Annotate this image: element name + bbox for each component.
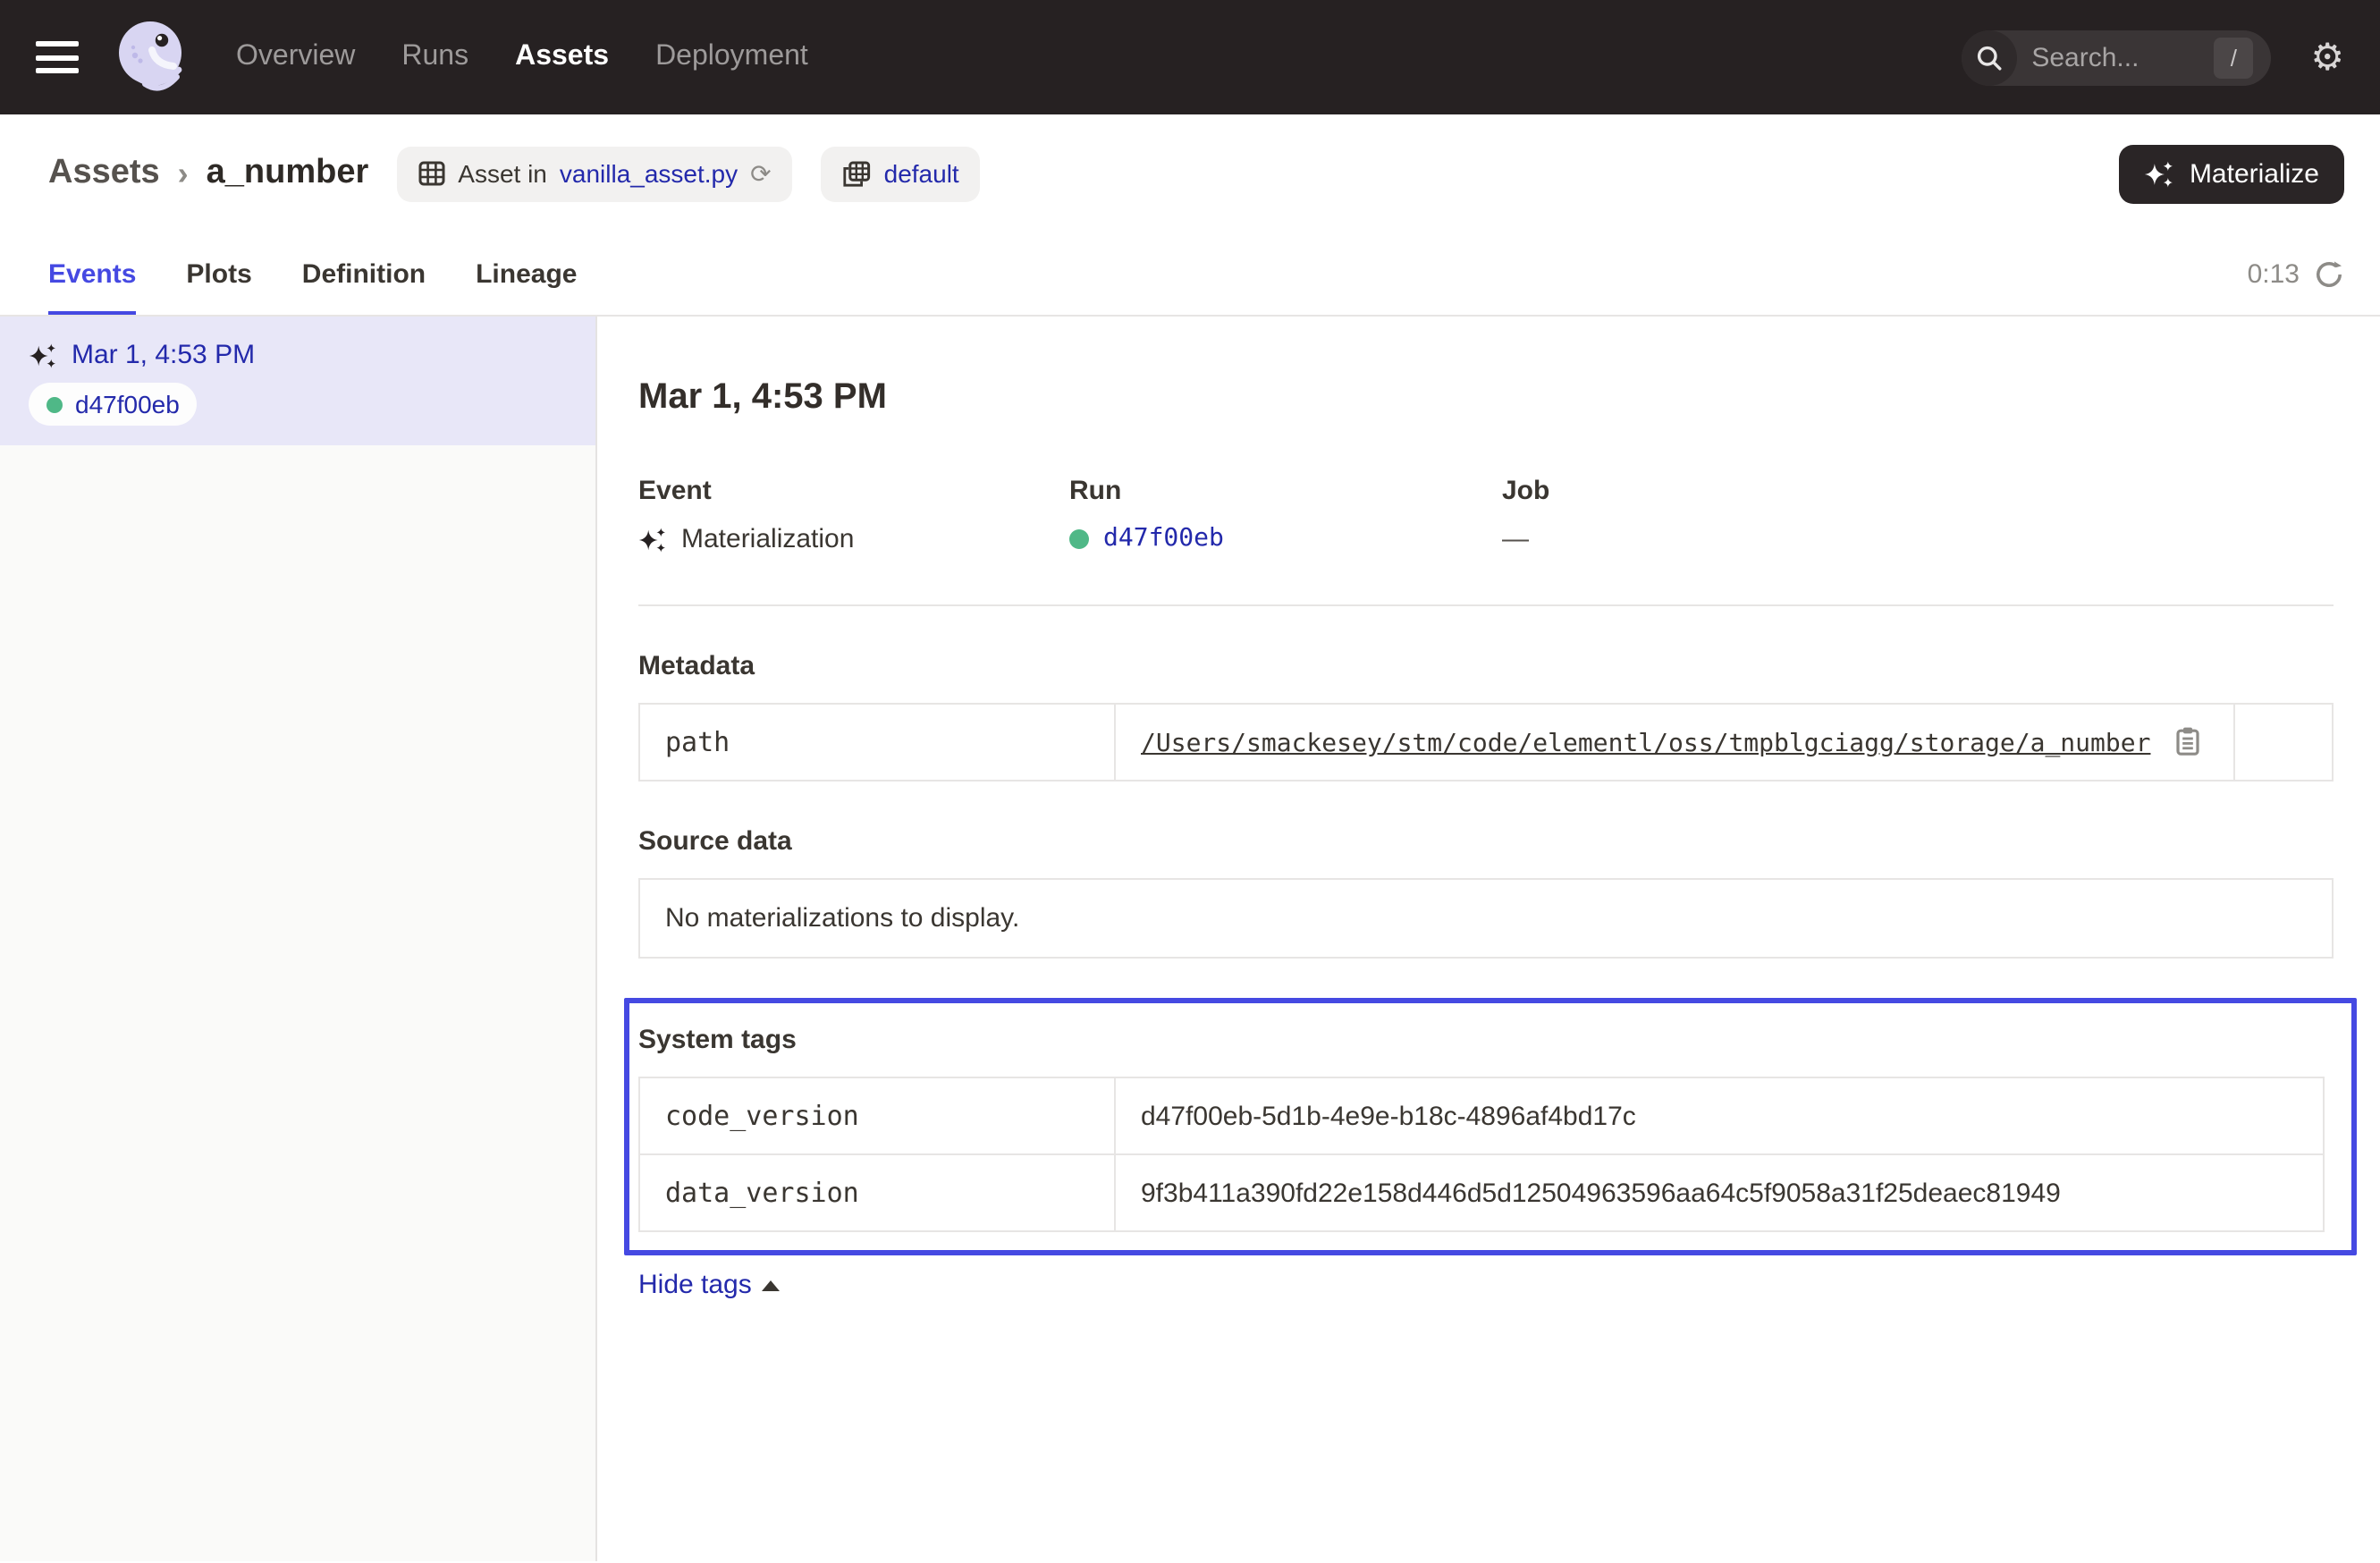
system-tags-table: code_version d47f00eb-5d1b-4e9e-b18c-489… bbox=[638, 1077, 2325, 1232]
hide-tags-label: Hide tags bbox=[638, 1270, 752, 1300]
event-summary-columns: Event Materialization Run d47f00eb Job — bbox=[638, 476, 2334, 554]
reload-definition-icon[interactable]: ⟳ bbox=[750, 158, 771, 189]
metadata-value-cell: /Users/smackesey/stm/code/elementl/oss/t… bbox=[1115, 704, 2234, 781]
materialization-sparkles-icon bbox=[29, 341, 57, 369]
caret-up-icon bbox=[763, 1280, 781, 1290]
path-value-link[interactable]: /Users/smackesey/stm/code/elementl/oss/t… bbox=[1141, 730, 2150, 758]
breadcrumb-assets-link[interactable]: Assets bbox=[48, 154, 160, 193]
system-tag-value-cell: 9f3b411a390fd22e158d446d5d12504963596aa6… bbox=[1115, 1154, 2324, 1231]
system-tag-value-cell: d47f00eb-5d1b-4e9e-b18c-4896af4bd17c bbox=[1115, 1077, 2324, 1154]
system-tag-key-cell: code_version bbox=[639, 1077, 1115, 1154]
event-list-sidebar: Mar 1, 4:53 PM d47f00eb bbox=[0, 317, 597, 1561]
tab-plots[interactable]: Plots bbox=[186, 232, 251, 315]
table-row: data_version 9f3b411a390fd22e158d446d5d1… bbox=[639, 1154, 2324, 1231]
dagster-logo-icon[interactable] bbox=[111, 16, 193, 98]
job-empty-value: — bbox=[1502, 524, 1529, 554]
event-column: Event Materialization bbox=[638, 476, 1069, 554]
search-input[interactable] bbox=[2028, 40, 2214, 74]
asset-file-link[interactable]: vanilla_asset.py bbox=[560, 159, 738, 188]
run-id-link[interactable]: d47f00eb bbox=[1103, 524, 1224, 553]
copy-clipboard-icon[interactable] bbox=[2174, 726, 2201, 756]
metadata-heading: Metadata bbox=[638, 651, 2334, 681]
repo-badge: default bbox=[822, 146, 981, 201]
system-tag-key-cell: data_version bbox=[639, 1154, 1115, 1231]
event-detail-title: Mar 1, 4:53 PM bbox=[638, 377, 2334, 418]
event-type-value: Materialization bbox=[681, 524, 854, 554]
asset-tabs-row: Events Plots Definition Lineage 0:13 bbox=[0, 232, 2380, 317]
event-list-item[interactable]: Mar 1, 4:53 PM d47f00eb bbox=[0, 317, 595, 445]
event-column-label: Event bbox=[638, 476, 1069, 506]
primary-nav: Overview Runs Assets Deployment bbox=[236, 41, 808, 73]
section-divider bbox=[638, 604, 2334, 606]
nav-item-assets[interactable]: Assets bbox=[515, 41, 609, 73]
repo-default-link[interactable]: default bbox=[884, 159, 959, 188]
run-success-dot bbox=[1069, 528, 1089, 548]
breadcrumb-separator: › bbox=[178, 155, 189, 192]
system-tags-heading: System tags bbox=[638, 1025, 2325, 1055]
asset-header-row: Assets › a_number Asset in vanilla_asset… bbox=[0, 114, 2380, 232]
run-id-badge[interactable]: d47f00eb bbox=[29, 383, 198, 426]
asset-definition-badge: Asset in vanilla_asset.py ⟳ bbox=[397, 146, 792, 201]
auto-refresh-control: 0:13 bbox=[2248, 258, 2344, 289]
refresh-icon[interactable] bbox=[2314, 258, 2344, 289]
breadcrumb-current-asset: a_number bbox=[207, 154, 369, 193]
grid-icon bbox=[418, 161, 445, 186]
asset-in-label: Asset in bbox=[458, 159, 547, 188]
refresh-countdown: 0:13 bbox=[2248, 258, 2300, 289]
source-data-heading: Source data bbox=[638, 826, 2334, 857]
materialize-button[interactable]: Materialize bbox=[2120, 144, 2344, 203]
tab-events[interactable]: Events bbox=[48, 232, 136, 315]
search-icon bbox=[1962, 30, 2017, 85]
repo-stack-icon bbox=[843, 160, 872, 187]
settings-gear-icon[interactable]: ⚙︎ bbox=[2310, 38, 2344, 76]
table-row: code_version d47f00eb-5d1b-4e9e-b18c-489… bbox=[639, 1077, 2324, 1154]
content-area: Mar 1, 4:53 PM d47f00eb Mar 1, 4:53 PM E… bbox=[0, 317, 2380, 1561]
table-row: path /Users/smackesey/stm/code/elementl/… bbox=[639, 704, 2333, 781]
tab-lineage[interactable]: Lineage bbox=[476, 232, 577, 315]
breadcrumb: Assets › a_number bbox=[48, 154, 368, 193]
nav-item-runs[interactable]: Runs bbox=[401, 41, 468, 73]
search-shortcut-key: / bbox=[2214, 37, 2253, 78]
tab-definition[interactable]: Definition bbox=[302, 232, 426, 315]
menu-icon[interactable] bbox=[36, 41, 79, 73]
app-window: Overview Runs Assets Deployment / ⚙︎ Ass… bbox=[0, 0, 2380, 1563]
materialize-button-label: Materialize bbox=[2190, 158, 2319, 189]
event-detail-panel: Mar 1, 4:53 PM Event Materialization Run… bbox=[597, 317, 2380, 1561]
nav-item-overview[interactable]: Overview bbox=[236, 41, 355, 73]
sparkles-icon bbox=[2145, 158, 2175, 189]
metadata-table: path /Users/smackesey/stm/code/elementl/… bbox=[638, 703, 2334, 782]
hide-tags-link[interactable]: Hide tags bbox=[638, 1270, 781, 1300]
nav-item-deployment[interactable]: Deployment bbox=[655, 41, 808, 73]
search-box[interactable]: / bbox=[1962, 30, 2271, 85]
top-nav-bar: Overview Runs Assets Deployment / ⚙︎ bbox=[0, 0, 2380, 114]
run-id-badge-label: d47f00eb bbox=[75, 390, 180, 418]
metadata-key-cell: path bbox=[639, 704, 1115, 781]
system-tags-highlight-box: System tags code_version d47f00eb-5d1b-4… bbox=[624, 998, 2357, 1255]
run-column: Run d47f00eb bbox=[1069, 476, 1502, 554]
source-data-empty-message: No materializations to display. bbox=[638, 878, 2334, 959]
job-column: Job — bbox=[1502, 476, 2334, 554]
metadata-spacer-cell bbox=[2234, 704, 2333, 781]
run-success-dot bbox=[46, 396, 63, 412]
job-column-label: Job bbox=[1502, 476, 2334, 506]
asset-tabs: Events Plots Definition Lineage bbox=[48, 232, 577, 315]
header-right: / ⚙︎ bbox=[1962, 30, 2344, 85]
event-timestamp-link[interactable]: Mar 1, 4:53 PM bbox=[72, 340, 255, 370]
run-column-label: Run bbox=[1069, 476, 1502, 506]
materialization-sparkles-icon bbox=[638, 525, 667, 553]
